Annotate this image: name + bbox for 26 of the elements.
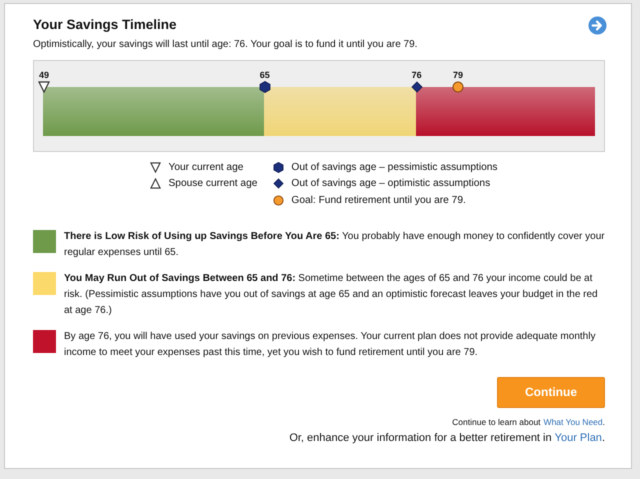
legend-label: Goal: Fund retirement until you are 79. <box>291 194 466 206</box>
down-triangle-icon <box>150 162 162 173</box>
what-you-need-link[interactable]: What You Need <box>544 416 603 426</box>
period-text: . <box>602 432 605 444</box>
legend-label: Spouse current age <box>168 178 258 190</box>
age-label: 79 <box>452 70 463 80</box>
summary-text: Optimistically, your savings will last until age: 76. Your goal is to fund it until you are 79. <box>33 39 418 50</box>
circle-icon <box>273 194 284 206</box>
legend-label: Out of savings age – optimistic assumptions <box>291 178 490 190</box>
arrow-right-icon[interactable] <box>588 16 607 35</box>
legend-label: Out of savings age – pessimistic assumptions <box>291 162 498 173</box>
age-label: 65 <box>260 70 270 80</box>
period-text: . <box>602 416 605 426</box>
diamond-icon <box>273 178 284 190</box>
legend-label: Your current age <box>168 162 244 173</box>
your-plan-link[interactable]: Your Plan <box>554 432 602 444</box>
risk-description: By age 76, you will have used your savings on previous expenses. Your current plan does not provide adequate monthly income to meet your expenses past this time, yet you wish to fund retirement until you are 79. <box>64 330 596 360</box>
age-label: 49 <box>38 70 49 80</box>
plan-text: Or, enhance your information for a better retirement in <box>289 432 552 444</box>
risk-description: There is Low Risk of Using up Savings Before You Are 65: You probably have enough money to confidently cover your regular expenses until 65. <box>64 230 605 260</box>
age-label: 76 <box>412 70 422 80</box>
up-triangle-icon <box>150 178 162 190</box>
page-title: Your Savings Timeline <box>33 17 177 32</box>
learn-text: Continue to learn about <box>452 416 541 426</box>
risk-description: You May Run Out of Savings Between 65 and 76: Sometime between the ages of 65 and 76 your income could be at risk. (Pessimistic assumptions have you out of savings at age 65 and an optimistic forecast leaves your budget in the red at age 76.) <box>64 272 599 318</box>
hexagon-icon <box>273 162 284 173</box>
